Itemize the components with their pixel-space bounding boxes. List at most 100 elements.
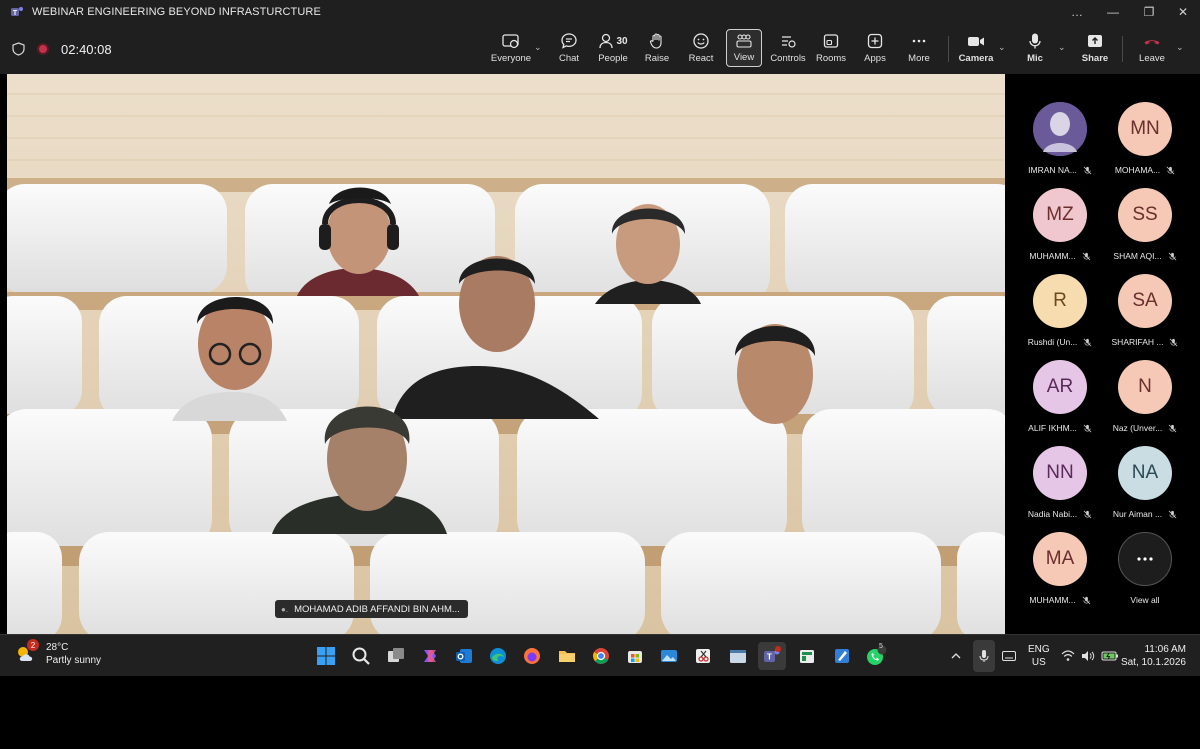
controls-button[interactable]: Controls: [770, 26, 806, 70]
share-label: Share: [1081, 53, 1109, 64]
roster-tile[interactable]: N Naz (Unver...: [1102, 360, 1188, 446]
leave-options-chevron-icon[interactable]: ⌄: [1176, 42, 1186, 52]
weather-temperature: 28°C: [46, 642, 69, 653]
camera-options-chevron-icon[interactable]: ⌄: [998, 42, 1008, 52]
close-button[interactable]: ✕: [1166, 0, 1200, 24]
clock[interactable]: 11:06 AM Sat, 10.1.2026: [1121, 643, 1186, 669]
mic-muted-icon: [1168, 252, 1176, 260]
roster-tile[interactable]: AR ALIF IKHM...: [1017, 360, 1103, 446]
rooms-label: Rooms: [815, 53, 847, 64]
chat-label: Chat: [558, 53, 580, 64]
task-view-icon[interactable]: [384, 644, 408, 668]
file-explorer-icon[interactable]: [555, 644, 579, 668]
mic-muted-icon: [1168, 510, 1177, 518]
participant-name: Rushdi (Un...: [1027, 337, 1078, 347]
leave-button[interactable]: Leave: [1136, 26, 1168, 70]
microphone-icon: [1029, 33, 1041, 49]
region-code: US: [1031, 657, 1046, 668]
screen-bottom-border: [0, 676, 1200, 749]
avatar: SS: [1118, 188, 1172, 242]
teams-taskbar-icon[interactable]: T: [758, 642, 786, 670]
roster-tile[interactable]: IMRAN NA...: [1017, 102, 1103, 188]
chevron-down-icon[interactable]: ⌄: [534, 42, 544, 52]
meeting-toolbar: 02:40:08 Everyone ⌄ Chat 30 People Raise…: [0, 24, 1200, 74]
everyone-button[interactable]: Everyone: [490, 26, 532, 70]
avatar: MZ: [1033, 188, 1087, 242]
wifi-icon: [1061, 650, 1075, 661]
search-icon[interactable]: [349, 644, 373, 668]
profile-picture-icon: [1033, 102, 1087, 156]
app-window-icon[interactable]: [726, 644, 750, 668]
meeting-timer: 02:40:08: [61, 41, 112, 57]
toolbar-divider-2: [1122, 36, 1123, 62]
avatar: N: [1118, 360, 1172, 414]
copilot-icon[interactable]: [418, 644, 442, 668]
microphone-tray-icon[interactable]: [973, 640, 995, 672]
camera-icon: [968, 37, 984, 46]
mic-muted-icon: [1168, 424, 1177, 432]
rooms-button[interactable]: Rooms: [816, 26, 846, 70]
hand-icon: [649, 33, 662, 49]
edge-icon[interactable]: [486, 644, 510, 668]
participant-name: MOHAMA...: [1114, 165, 1161, 175]
spreadsheet-app-icon[interactable]: [795, 644, 819, 668]
chat-button[interactable]: Chat: [554, 26, 584, 70]
outlook-icon[interactable]: [452, 644, 476, 668]
mic-muted-icon: [1082, 252, 1091, 260]
apps-label: Apps: [864, 53, 886, 64]
microsoft-store-icon[interactable]: [623, 644, 647, 668]
whatsapp-icon[interactable]: 5: [864, 643, 888, 668]
apps-button[interactable]: Apps: [860, 26, 890, 70]
avatar: R: [1033, 274, 1087, 328]
recording-indicator: [37, 43, 49, 55]
roster-tile[interactable]: NN Nadia Nabi...: [1017, 446, 1103, 532]
together-mode-stage: ●. MOHAMAD ADIB AFFANDI BIN AHM...: [7, 74, 1005, 634]
mic-muted-icon: [1170, 338, 1178, 346]
snipping-tool-icon[interactable]: [691, 644, 715, 668]
firefox-icon[interactable]: [520, 644, 544, 668]
weather-widget[interactable]: 2 28°C Partly sunny: [14, 639, 102, 667]
view-button[interactable]: View: [726, 29, 762, 67]
roster-tile[interactable]: MN MOHAMA...: [1102, 102, 1188, 188]
more-options-icon[interactable]: …: [1060, 0, 1094, 24]
keyboard-icon[interactable]: [1002, 635, 1016, 677]
camera-button[interactable]: Camera: [958, 26, 994, 70]
react-button[interactable]: React: [686, 26, 716, 70]
photos-icon[interactable]: [657, 644, 681, 668]
roster-tile[interactable]: MZ MUHAMM...: [1017, 188, 1103, 274]
show-hidden-icons[interactable]: [950, 635, 962, 677]
roster-tile[interactable]: R Rushdi (Un...: [1017, 274, 1103, 360]
active-speaker-name-tag: ●. MOHAMAD ADIB AFFANDI BIN AHM...: [275, 600, 468, 618]
raise-hand-button[interactable]: Raise: [642, 26, 672, 70]
mic-button[interactable]: Mic: [1022, 26, 1048, 70]
roster-tile[interactable]: NA Nur Aiman ...: [1102, 446, 1188, 532]
avatar: MN: [1118, 102, 1172, 156]
roster-tile[interactable]: MA MUHAMM...: [1017, 532, 1103, 618]
view-all-button[interactable]: View all: [1102, 532, 1188, 618]
shield-icon[interactable]: [12, 42, 25, 56]
roster-tile[interactable]: SA SHARIFAH ...: [1102, 274, 1188, 360]
chat-icon: [561, 33, 577, 49]
chrome-icon[interactable]: [589, 644, 613, 668]
share-button[interactable]: Share: [1080, 26, 1110, 70]
paint-icon[interactable]: [830, 644, 854, 668]
restore-button[interactable]: ❐: [1132, 0, 1166, 24]
avatar: SA: [1118, 274, 1172, 328]
weather-description: Partly sunny: [46, 655, 102, 666]
windows-start-icon[interactable]: [314, 644, 338, 668]
participant-roster: IMRAN NA... MN MOHAMA... MZ MUHAMM... SS…: [1005, 74, 1200, 634]
minimize-button[interactable]: —: [1096, 0, 1130, 24]
controls-label: Controls: [770, 53, 806, 64]
windows-taskbar: 2 28°C Partly sunny T 5 ENG US 11:06 AM …: [0, 634, 1200, 676]
battery-charging-icon: [1101, 651, 1118, 661]
react-label: React: [688, 53, 714, 64]
more-button[interactable]: More: [904, 26, 934, 70]
participant-name: Nur Aiman ...: [1112, 509, 1163, 519]
roster-tile[interactable]: SS SHAM AQI...: [1102, 188, 1188, 274]
system-tray-status[interactable]: [1061, 635, 1119, 677]
mic-options-chevron-icon[interactable]: ⌄: [1058, 42, 1068, 52]
language-indicator[interactable]: ENG US: [1028, 635, 1050, 677]
people-button[interactable]: 30 People: [596, 26, 630, 70]
clock-time: 11:06 AM: [1144, 644, 1186, 655]
chevron-up-icon: [951, 653, 961, 659]
